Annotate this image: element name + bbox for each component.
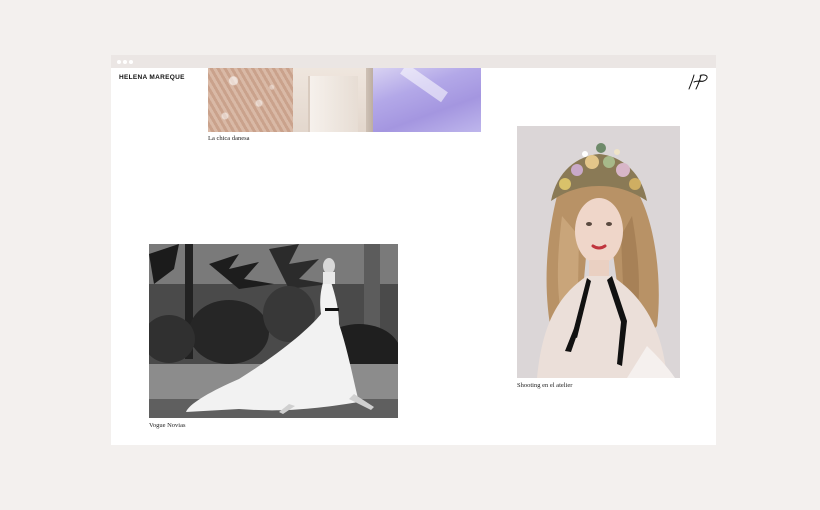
gallery-photo-shooting-atelier[interactable] — [517, 126, 680, 378]
window-dot-icon[interactable] — [123, 60, 127, 64]
window-dot-icon[interactable] — [129, 60, 133, 64]
photo-caption[interactable]: La chica danesa — [208, 135, 250, 142]
window-dot-icon[interactable] — [117, 60, 121, 64]
portrait-flower-crown-illustration — [517, 126, 680, 378]
gallery-photo-chica-danesa[interactable] — [208, 68, 481, 132]
window-titlebar — [111, 55, 716, 68]
lace-dress-detail — [208, 68, 293, 132]
door-frame — [308, 76, 358, 132]
garden-bride-illustration — [149, 244, 398, 418]
photo-caption[interactable]: Shooting en el atelier — [517, 382, 572, 389]
gallery-photo-vogue-novias[interactable] — [149, 244, 398, 418]
site-logo-text[interactable]: HELENA MAREQUE — [119, 74, 185, 81]
photo-caption[interactable]: Vogue Novias — [149, 422, 186, 429]
browser-window: HELENA MAREQUE La chica danesa Vogue Nov… — [111, 55, 716, 445]
monogram-logo-icon[interactable] — [686, 72, 710, 92]
